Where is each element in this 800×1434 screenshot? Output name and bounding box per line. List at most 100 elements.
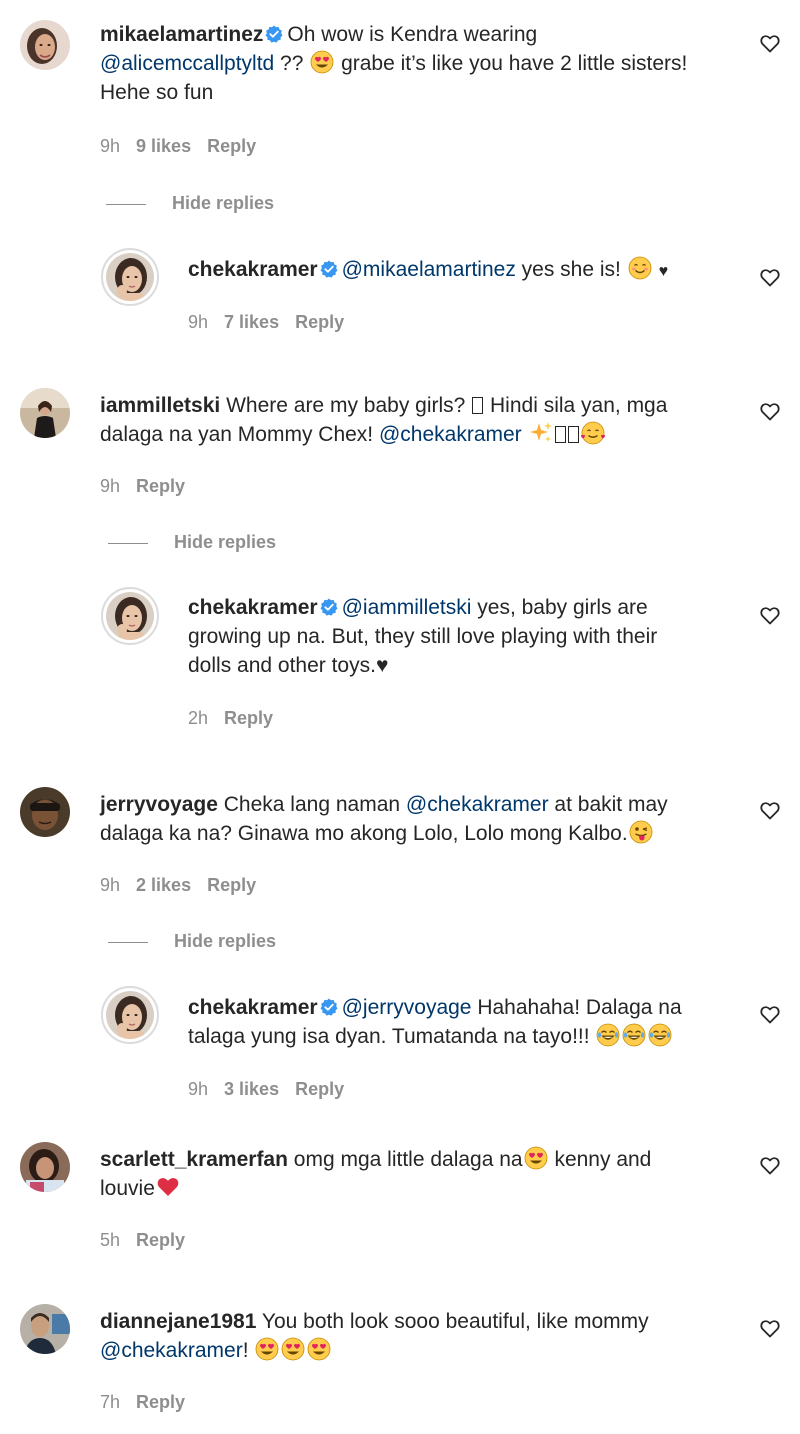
reply-text: chekakramer @iammilletski yes, baby girls… xyxy=(188,593,648,622)
heart-outline-icon[interactable] xyxy=(760,402,780,422)
reply-meta: 2h Reply xyxy=(188,708,289,729)
comment-body: Where are my baby girls? xyxy=(226,394,472,417)
timestamp: 9h xyxy=(188,312,209,332)
heart-outline-icon[interactable] xyxy=(760,606,780,626)
divider xyxy=(106,203,146,205)
divider xyxy=(108,941,148,943)
reply-text-line: growing up na. But, they still love play… xyxy=(188,622,657,651)
comment-meta: 9h 2 likes Reply xyxy=(100,875,272,896)
reply-button[interactable]: Reply xyxy=(136,1230,185,1250)
reply-text: chekakramer @jerryvoyage Hahahaha! Dalaga… xyxy=(188,993,682,1022)
mention-link[interactable]: @chekakramer xyxy=(406,793,549,816)
comment-text: jerryvoyage Cheka lang naman @chekakrame… xyxy=(100,790,668,819)
mention-link[interactable]: @alicemccallptyltd xyxy=(100,52,274,75)
avatar[interactable] xyxy=(101,587,159,645)
unsupported-glyph xyxy=(472,397,484,414)
comment-body: grabe it’s like you have 2 little sister… xyxy=(335,52,688,75)
likes-count[interactable]: 7 likes xyxy=(224,312,279,332)
heart-outline-icon[interactable] xyxy=(760,801,780,821)
verified-badge-icon xyxy=(265,25,284,43)
mention-link[interactable]: @mikaelamartinez xyxy=(342,258,516,281)
comment-body: Hindi sila yan, mga xyxy=(484,394,668,417)
reply-body: dolls and other toys.♥ xyxy=(188,654,389,677)
hide-replies-label: Hide replies xyxy=(174,931,277,951)
heart-outline-icon[interactable] xyxy=(760,1005,780,1025)
timestamp: 9h xyxy=(100,476,121,496)
reply-text-line: dolls and other toys.♥ xyxy=(188,651,388,680)
username[interactable]: mikaelamartinez xyxy=(100,23,263,46)
heart-eyes-emoji-icon xyxy=(307,1337,331,1361)
username[interactable]: chekakramer xyxy=(188,996,318,1019)
mention-link[interactable]: @iammilletski xyxy=(342,596,472,619)
reply-button[interactable]: Reply xyxy=(136,1392,185,1412)
username[interactable]: chekakramer xyxy=(188,596,318,619)
reply-text: chekakramer @mikaelamartinez yes she is! … xyxy=(188,255,668,286)
comment-text-line: dalaga na yan Mommy Chex! @chekakramer xyxy=(100,420,606,449)
reply-body: Hahahaha! Dalaga na xyxy=(471,996,682,1019)
avatar[interactable] xyxy=(20,20,70,70)
verified-badge-icon xyxy=(319,260,338,278)
timestamp: 9h xyxy=(100,136,121,156)
reply-button[interactable]: Reply xyxy=(295,312,344,332)
reply-button[interactable]: Reply xyxy=(295,1079,344,1099)
heart-eyes-emoji-icon xyxy=(255,1337,279,1361)
likes-count[interactable]: 3 likes xyxy=(224,1079,279,1099)
divider xyxy=(108,542,148,544)
comment-text-line: @alicemccallptyltd ?? grabe it’s like yo… xyxy=(100,49,687,78)
joy-emoji-icon xyxy=(596,1023,621,1047)
comment-meta: 7h Reply xyxy=(100,1392,201,1413)
likes-count[interactable]: 9 likes xyxy=(136,136,191,156)
comment-meta: 9h 9 likes Reply xyxy=(100,136,272,157)
heart-outline-icon[interactable] xyxy=(760,268,780,288)
avatar[interactable] xyxy=(20,787,70,837)
reply-button[interactable]: Reply xyxy=(207,136,256,156)
reply-body: yes, baby girls are xyxy=(471,596,648,619)
mention-link[interactable]: @chekakramer xyxy=(379,423,522,446)
timestamp: 7h xyxy=(100,1392,121,1412)
timestamp: 9h xyxy=(188,1079,209,1099)
mention-link[interactable]: @jerryvoyage xyxy=(342,996,472,1019)
username[interactable]: iammilletski xyxy=(100,394,220,417)
comment-text: diannejane1981 You both look sooo beauti… xyxy=(100,1307,649,1336)
avatar[interactable] xyxy=(101,248,159,306)
comment-meta: 5h Reply xyxy=(100,1230,201,1251)
username[interactable]: jerryvoyage xyxy=(100,793,218,816)
heart-outline-icon[interactable] xyxy=(760,1319,780,1339)
comment-text-line: @chekakramer! xyxy=(100,1336,332,1365)
avatar[interactable] xyxy=(101,986,159,1044)
timestamp: 9h xyxy=(100,875,121,895)
username[interactable]: diannejane1981 xyxy=(100,1310,256,1333)
avatar[interactable] xyxy=(20,1142,70,1192)
reply-meta: 9h 3 likes Reply xyxy=(188,1079,360,1100)
heart-outline-icon[interactable] xyxy=(760,1156,780,1176)
reply-body: yes she is! xyxy=(515,258,627,281)
username[interactable]: scarlett_kramerfan xyxy=(100,1148,288,1171)
mention-link[interactable]: @chekakramer xyxy=(100,1339,243,1362)
hide-replies-label: Hide replies xyxy=(172,193,275,213)
comment-body: louvie xyxy=(100,1177,155,1200)
likes-count[interactable]: 2 likes xyxy=(136,875,191,895)
reply-button[interactable]: Reply xyxy=(207,875,256,895)
hide-replies-button[interactable]: Hide replies xyxy=(108,931,276,952)
hide-replies-label: Hide replies xyxy=(174,532,277,552)
comment-body: Hehe so fun xyxy=(100,81,214,104)
reply-button[interactable]: Reply xyxy=(136,476,185,496)
reply-body: ♥ xyxy=(658,263,669,280)
heart-outline-icon[interactable] xyxy=(760,34,780,54)
avatar[interactable] xyxy=(20,1304,70,1354)
comment-body: Cheka lang naman xyxy=(223,793,406,816)
username[interactable]: chekakramer xyxy=(188,258,318,281)
reply-body: growing up na. But, they still love play… xyxy=(188,625,658,648)
comment-body: omg mga little dalaga na xyxy=(293,1148,523,1171)
hide-replies-button[interactable]: Hide replies xyxy=(108,532,276,553)
comment-body: kenny and xyxy=(548,1148,652,1171)
reply-button[interactable]: Reply xyxy=(224,708,273,728)
comment-text: scarlett_kramerfan omg mga little dalaga… xyxy=(100,1145,651,1174)
joy-emoji-icon xyxy=(622,1023,647,1047)
comment-text-line: dalaga ka na? Ginawa mo akong Lolo, Lolo… xyxy=(100,819,654,848)
hide-replies-button[interactable]: Hide replies xyxy=(106,193,274,214)
comment-text-line: louvie xyxy=(100,1174,181,1203)
unsupported-glyph xyxy=(567,426,579,443)
avatar[interactable] xyxy=(20,388,70,438)
heart-eyes-emoji-icon xyxy=(281,1337,305,1361)
